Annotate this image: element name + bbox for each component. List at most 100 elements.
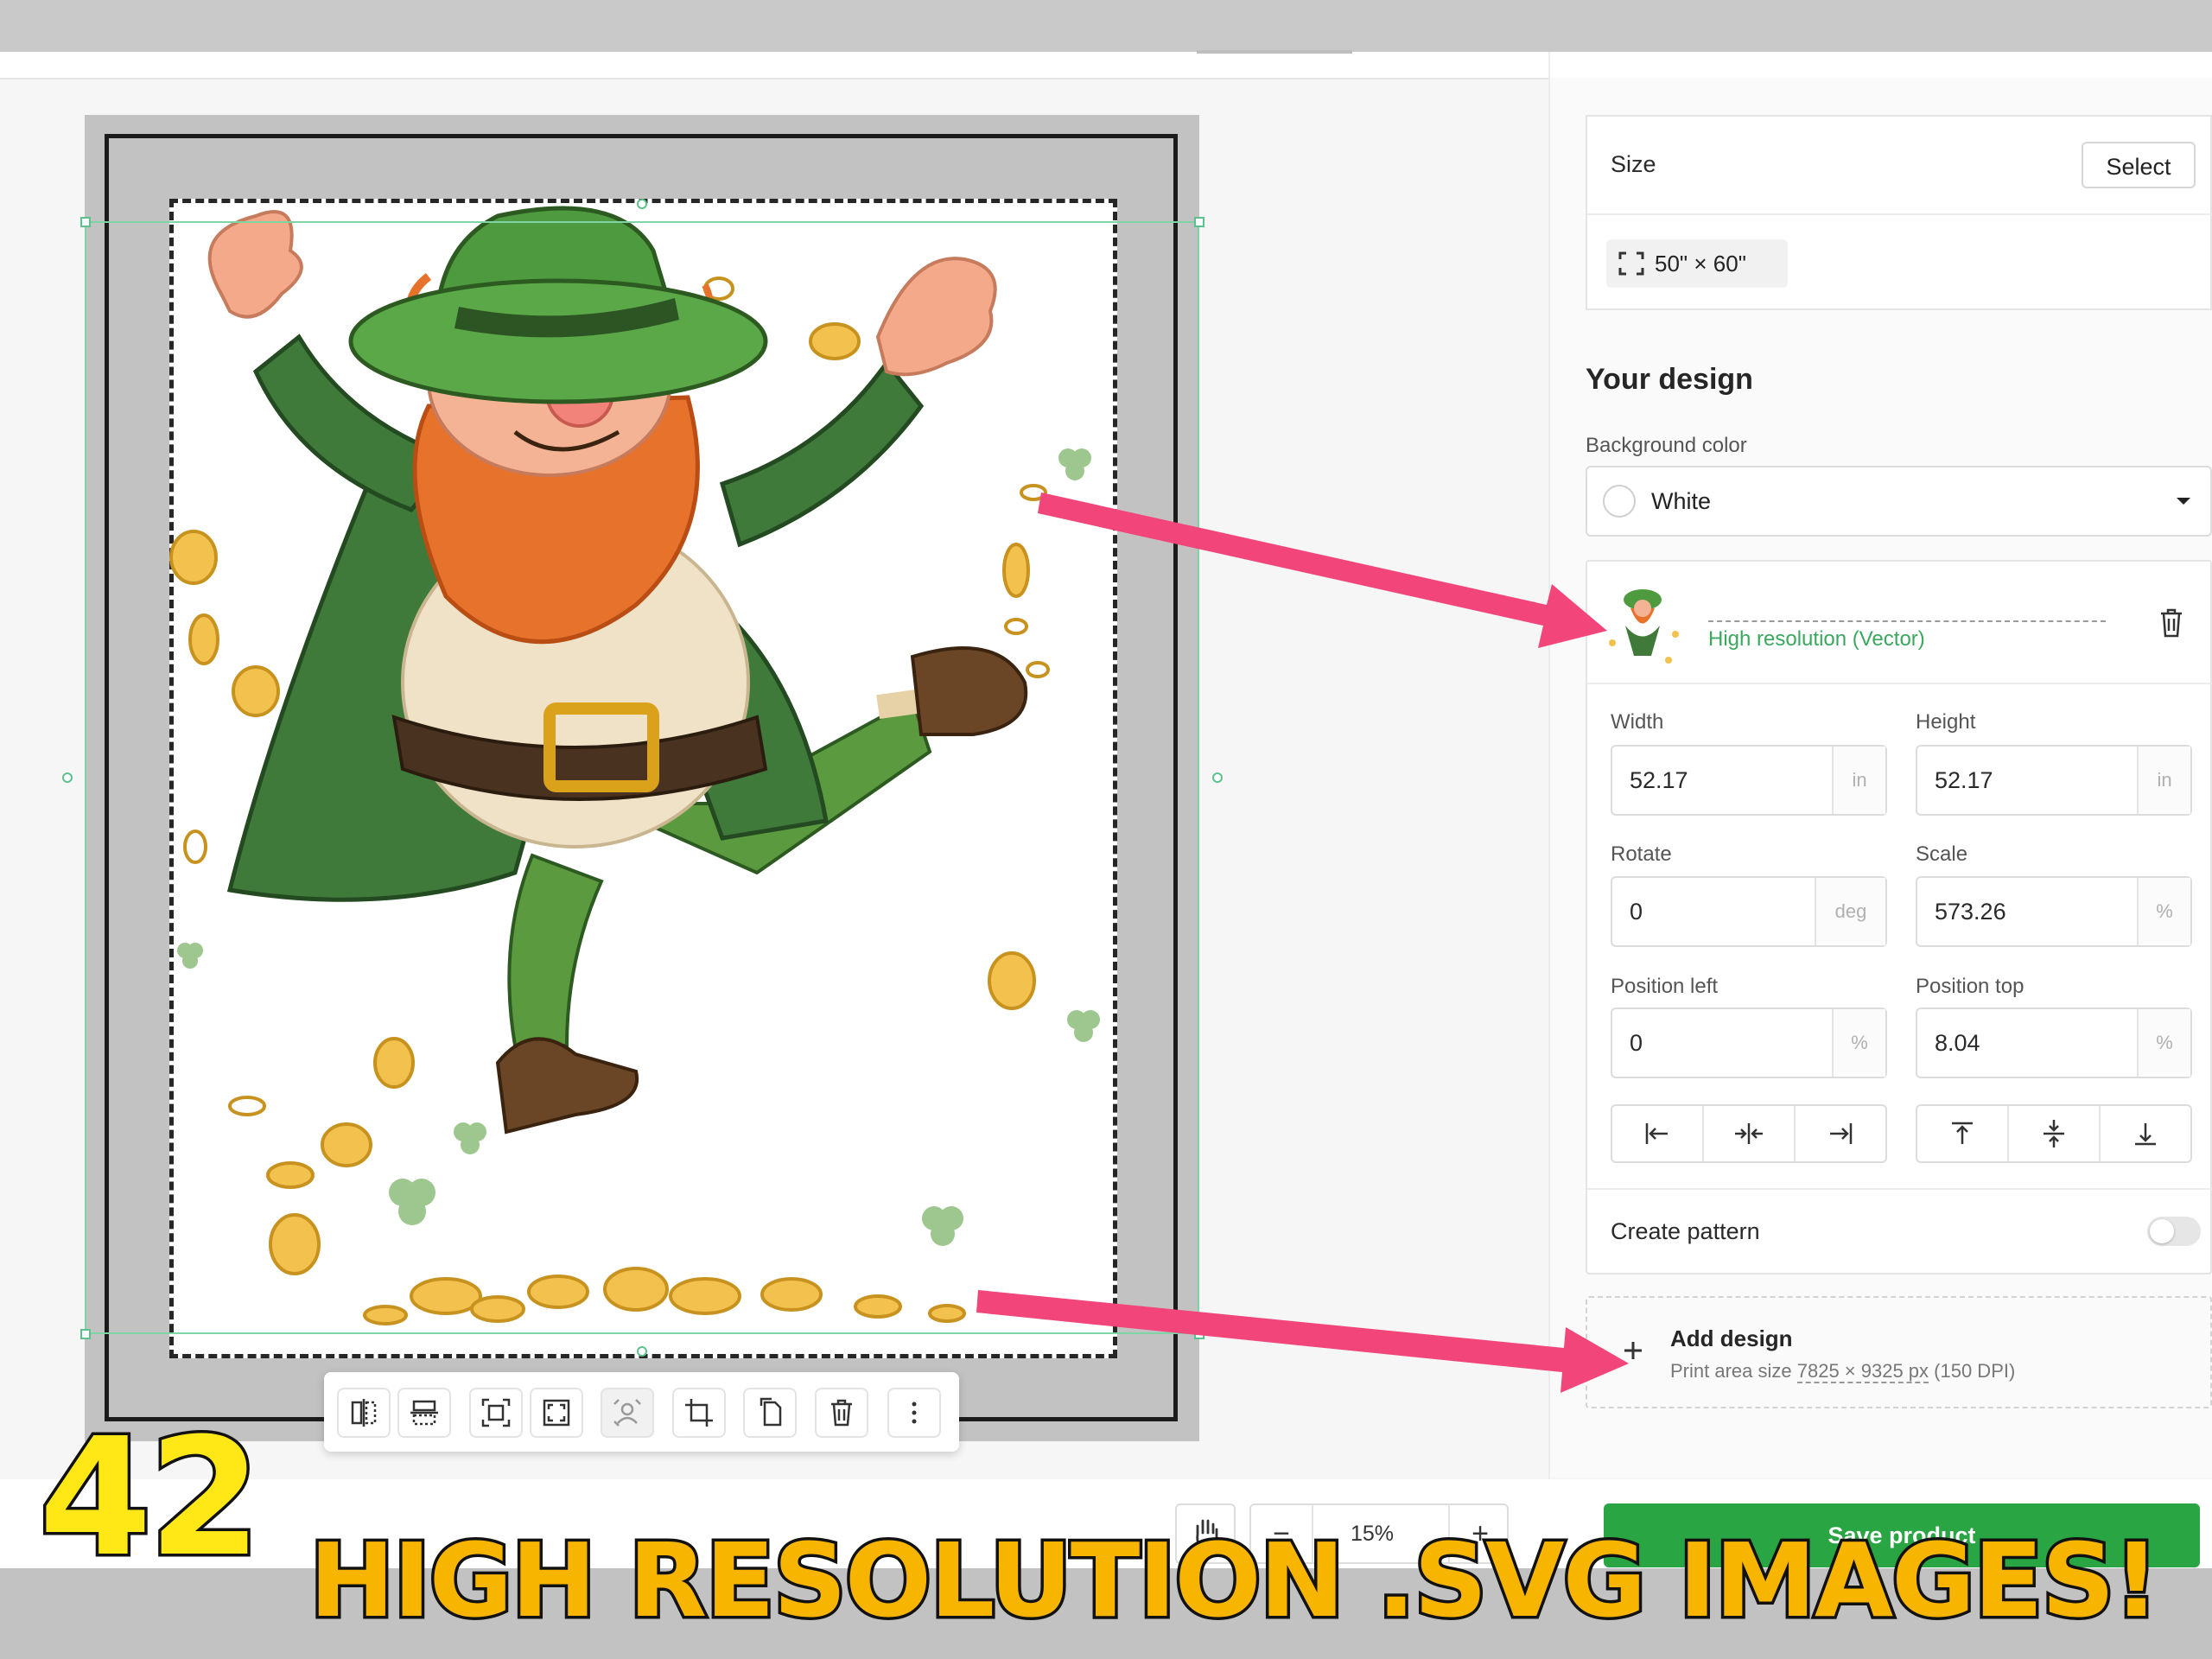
position-top-unit: % — [2137, 1009, 2190, 1077]
layer-divider — [1587, 683, 2212, 684]
height-value: 52.17 — [1935, 767, 1993, 793]
height-input[interactable]: 52.17 in — [1916, 745, 2192, 816]
align-center-horizontal-button[interactable] — [1704, 1106, 1796, 1161]
duplicate-button[interactable] — [743, 1388, 797, 1438]
toggle-knob — [2150, 1219, 2174, 1243]
position-top-input[interactable]: 8.04 % — [1916, 1007, 2192, 1078]
add-design-label: Add design — [1670, 1325, 1793, 1351]
position-top-value: 8.04 — [1935, 1030, 1980, 1056]
scale-input[interactable]: 573.26 % — [1916, 876, 2192, 947]
create-pattern-toggle[interactable] — [2147, 1217, 2201, 1246]
background-color-select[interactable]: White — [1586, 466, 2212, 537]
height-label: Height — [1916, 710, 1976, 734]
align-bottom-button[interactable] — [2101, 1106, 2190, 1161]
width-label: Width — [1611, 710, 1664, 734]
position-top-label: Position top — [1916, 975, 2024, 998]
align-center-vertical-button[interactable] — [2009, 1106, 2101, 1161]
horizontal-align-group — [1611, 1104, 1887, 1163]
crop-icon — [685, 1399, 713, 1427]
align-left-icon — [1645, 1123, 1668, 1144]
rotate-unit: deg — [1815, 878, 1885, 945]
resize-handle-bottom-left[interactable] — [80, 1329, 91, 1339]
duplicate-icon — [760, 1397, 782, 1427]
size-label: Size — [1611, 151, 1656, 177]
flip-horizontal-icon — [351, 1399, 377, 1427]
selection-box[interactable] — [85, 221, 1199, 1334]
fit-to-print-area-icon — [481, 1398, 511, 1427]
top-bar — [0, 52, 2212, 79]
size-value: 50" × 60" — [1655, 251, 1746, 276]
top-band — [0, 0, 2212, 52]
position-left-label: Position left — [1611, 975, 1719, 998]
print-area-prefix: Print area size — [1670, 1360, 1797, 1382]
fill-print-area-button[interactable] — [530, 1388, 583, 1438]
size-card: Size Select 50" × 60" — [1586, 115, 2212, 310]
size-card-divider — [1587, 213, 2212, 215]
remove-background-button[interactable] — [601, 1388, 654, 1438]
your-design-heading: Your design — [1586, 363, 1753, 396]
crop-button[interactable] — [672, 1388, 726, 1438]
align-right-icon — [1830, 1123, 1853, 1144]
background-color-label: Background color — [1586, 434, 1747, 457]
fill-print-area-icon — [543, 1399, 570, 1427]
width-value: 52.17 — [1630, 767, 1688, 793]
resize-handle-top-left[interactable] — [80, 217, 91, 227]
resize-handle-bottom[interactable] — [637, 1346, 647, 1357]
rotate-input[interactable]: 0 deg — [1611, 876, 1887, 947]
width-input[interactable]: 52.17 in — [1611, 745, 1887, 816]
fit-to-print-area-button[interactable] — [469, 1388, 523, 1438]
select-size-button[interactable]: Select — [2082, 142, 2196, 188]
create-pattern-label: Create pattern — [1611, 1218, 1760, 1244]
width-unit: in — [1832, 747, 1885, 814]
background-color-value: White — [1651, 488, 1712, 514]
align-top-icon — [1952, 1122, 1973, 1144]
plus-icon — [1624, 1342, 1642, 1359]
rotate-label: Rotate — [1611, 842, 1672, 866]
quality-divider — [1708, 620, 2106, 622]
align-top-button[interactable] — [1917, 1106, 2009, 1161]
size-frame-icon — [1618, 251, 1644, 276]
resize-handle-top[interactable] — [637, 199, 647, 209]
object-toolbar — [324, 1372, 959, 1452]
flip-vertical-button[interactable] — [397, 1388, 451, 1438]
promo-number: 42 — [36, 1403, 265, 1592]
delete-icon — [831, 1399, 852, 1427]
design-thumbnail[interactable] — [1599, 574, 1686, 669]
delete-design-button[interactable] — [815, 1388, 868, 1438]
print-area-px: 7825 × 9325 px — [1796, 1360, 1929, 1383]
more-options-button[interactable] — [887, 1388, 941, 1438]
vertical-align-group — [1916, 1104, 2192, 1163]
flip-horizontal-button[interactable] — [337, 1388, 391, 1438]
align-left-button[interactable] — [1612, 1106, 1704, 1161]
design-layer-card: High resolution (Vector) Width 52.17 in … — [1586, 560, 2212, 1274]
add-design-area[interactable]: Add design Print area size 7825 × 9325 p… — [1586, 1296, 2212, 1408]
trash-icon[interactable] — [2158, 608, 2185, 638]
align-center-horizontal-icon — [1735, 1123, 1763, 1144]
scale-value: 573.26 — [1935, 899, 2006, 925]
remove-background-icon — [613, 1399, 641, 1427]
chevron-down-icon — [2177, 498, 2190, 505]
color-swatch — [1603, 485, 1636, 518]
size-chip: 50" × 60" — [1606, 239, 1788, 288]
resize-handle-bottom-right[interactable] — [1194, 1329, 1205, 1339]
align-center-vertical-icon — [2044, 1120, 2064, 1147]
resize-handle-top-right[interactable] — [1194, 217, 1205, 227]
pattern-divider — [1587, 1188, 2212, 1190]
position-left-value: 0 — [1630, 1030, 1643, 1056]
resize-handle-left[interactable] — [62, 772, 73, 783]
promo-headline: HIGH RESOLUTION .SVG IMAGES! — [306, 1521, 2162, 1640]
print-area-dpi: (150 DPI) — [1929, 1360, 2016, 1382]
more-options-icon — [912, 1402, 917, 1424]
scale-label: Scale — [1916, 842, 1968, 866]
print-area-size: Print area size 7825 × 9325 px (150 DPI) — [1670, 1360, 2016, 1383]
position-left-input[interactable]: 0 % — [1611, 1007, 1887, 1078]
scale-unit: % — [2137, 878, 2190, 945]
rotate-value: 0 — [1630, 899, 1643, 925]
height-unit: in — [2137, 747, 2190, 814]
top-tab-indicator — [1197, 50, 1352, 54]
align-right-button[interactable] — [1796, 1106, 1885, 1161]
resize-handle-right[interactable] — [1212, 772, 1223, 783]
flip-vertical-icon — [410, 1400, 438, 1426]
position-left-unit: % — [1832, 1009, 1885, 1077]
align-bottom-icon — [2135, 1123, 2156, 1146]
